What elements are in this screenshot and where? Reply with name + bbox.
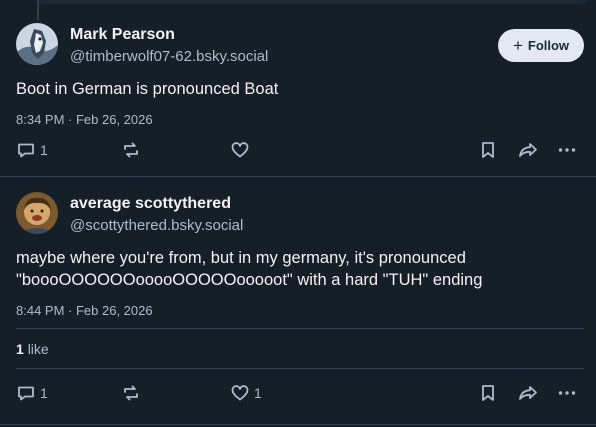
like-button[interactable]: 1 <box>230 383 262 403</box>
avatar[interactable] <box>16 23 58 65</box>
bookmark-icon <box>482 142 494 158</box>
post-text: Boot in German is pronounced Boat <box>16 80 279 98</box>
likes-divider-top <box>16 328 584 329</box>
author-name[interactable]: Mark Pearson <box>70 26 175 44</box>
reply-icon <box>18 386 34 401</box>
avatar[interactable] <box>16 192 58 234</box>
reply-count: 1 <box>40 142 48 158</box>
repost-icon <box>124 385 138 401</box>
more-icon <box>558 148 576 152</box>
post-divider <box>0 424 596 425</box>
like-count: 1 <box>254 385 262 401</box>
post-timestamp[interactable]: 8:34 PM · Feb 26, 2026 <box>16 112 153 127</box>
share-button[interactable] <box>517 383 539 403</box>
author-handle[interactable]: @timberwolf07-62.bsky.social <box>70 48 268 65</box>
share-button[interactable] <box>517 140 539 160</box>
likes-summary[interactable]: 1 like <box>16 341 49 357</box>
repost-icon <box>124 142 138 158</box>
repost-button[interactable] <box>121 140 141 160</box>
plus-icon: + <box>512 36 523 55</box>
reply-button[interactable]: 1 <box>16 140 48 160</box>
more-options-button[interactable] <box>557 383 577 403</box>
share-icon <box>519 386 537 400</box>
author-name[interactable]: average scottythered <box>70 195 231 213</box>
repost-button[interactable] <box>121 383 141 403</box>
thread-connector-line <box>37 0 39 20</box>
bookmark-button[interactable] <box>478 383 498 403</box>
like-icon <box>231 142 249 158</box>
like-button[interactable] <box>230 140 254 160</box>
post-divider <box>0 176 596 177</box>
likes-summary-label: like <box>27 341 49 357</box>
bookmark-icon <box>482 385 494 401</box>
previous-post-edge <box>38 0 586 4</box>
reply-count: 1 <box>40 385 48 401</box>
likes-divider-bottom <box>16 368 584 369</box>
bookmark-button[interactable] <box>478 140 498 160</box>
reply-icon <box>18 143 34 158</box>
more-options-button[interactable] <box>557 140 577 160</box>
like-icon <box>231 385 249 401</box>
more-icon <box>558 391 576 395</box>
post-text-line-2: "boooOOOOOOooooOOOOOooooot" with a hard … <box>16 271 483 289</box>
post-timestamp[interactable]: 8:44 PM · Feb 26, 2026 <box>16 303 153 318</box>
share-icon <box>519 143 537 157</box>
likes-summary-count: 1 <box>16 341 24 357</box>
reply-button[interactable]: 1 <box>16 383 48 403</box>
follow-button[interactable]: + Follow <box>498 29 584 62</box>
author-handle[interactable]: @scottythered.bsky.social <box>70 217 243 234</box>
follow-label: Follow <box>527 38 570 53</box>
post-text-line-1: maybe where you're from, but in my germa… <box>16 249 466 267</box>
